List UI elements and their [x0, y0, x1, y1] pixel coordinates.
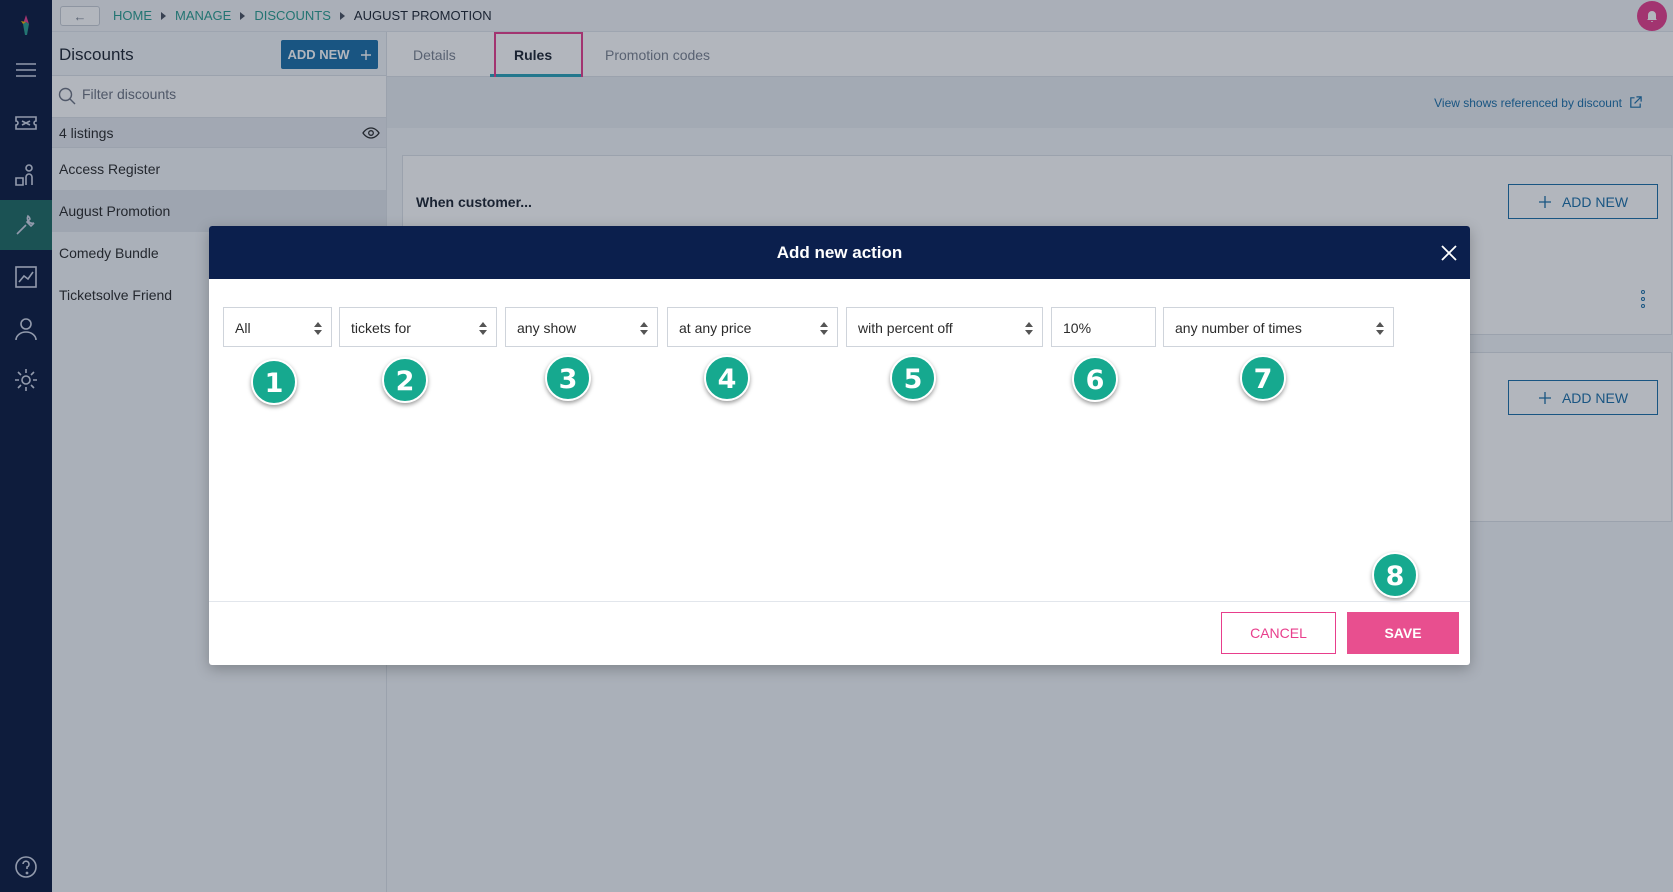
quantity-select[interactable]: All: [223, 307, 332, 347]
cancel-button[interactable]: CANCEL: [1221, 612, 1336, 654]
discount-type-select-value: with percent off: [858, 320, 953, 336]
modal-footer: CANCEL SAVE: [209, 601, 1470, 665]
step-badge: 7: [1240, 355, 1286, 401]
step-badge: 4: [704, 355, 750, 401]
modal-title: Add new action: [776, 243, 903, 262]
item-type-select[interactable]: tickets for: [339, 307, 497, 347]
frequency-select-value: any number of times: [1175, 320, 1302, 336]
show-select[interactable]: any show: [505, 307, 658, 347]
price-select[interactable]: at any price: [667, 307, 838, 347]
step-badge: 1: [251, 359, 297, 405]
select-arrows-icon: [1376, 322, 1384, 335]
save-button[interactable]: SAVE: [1347, 612, 1459, 654]
select-arrows-icon: [820, 322, 828, 335]
step-badge: 5: [890, 355, 936, 401]
step-badge: 6: [1072, 356, 1118, 402]
close-icon[interactable]: [1440, 244, 1458, 262]
select-arrows-icon: [479, 322, 487, 335]
price-select-value: at any price: [679, 320, 752, 336]
select-arrows-icon: [314, 322, 322, 335]
item-type-select-value: tickets for: [351, 320, 411, 336]
select-arrows-icon: [640, 322, 648, 335]
percent-input[interactable]: 10%: [1051, 307, 1156, 347]
add-action-modal: Add new action All tickets for any show …: [209, 226, 1470, 665]
step-badge: 2: [382, 357, 428, 403]
step-badge: 3: [545, 355, 591, 401]
modal-header: Add new action: [209, 226, 1470, 279]
discount-type-select[interactable]: with percent off: [846, 307, 1043, 347]
select-arrows-icon: [1025, 322, 1033, 335]
percent-input-value: 10%: [1063, 320, 1092, 336]
step-badge: 8: [1372, 552, 1418, 598]
quantity-select-value: All: [235, 320, 251, 336]
frequency-select[interactable]: any number of times: [1163, 307, 1394, 347]
show-select-value: any show: [517, 320, 577, 336]
